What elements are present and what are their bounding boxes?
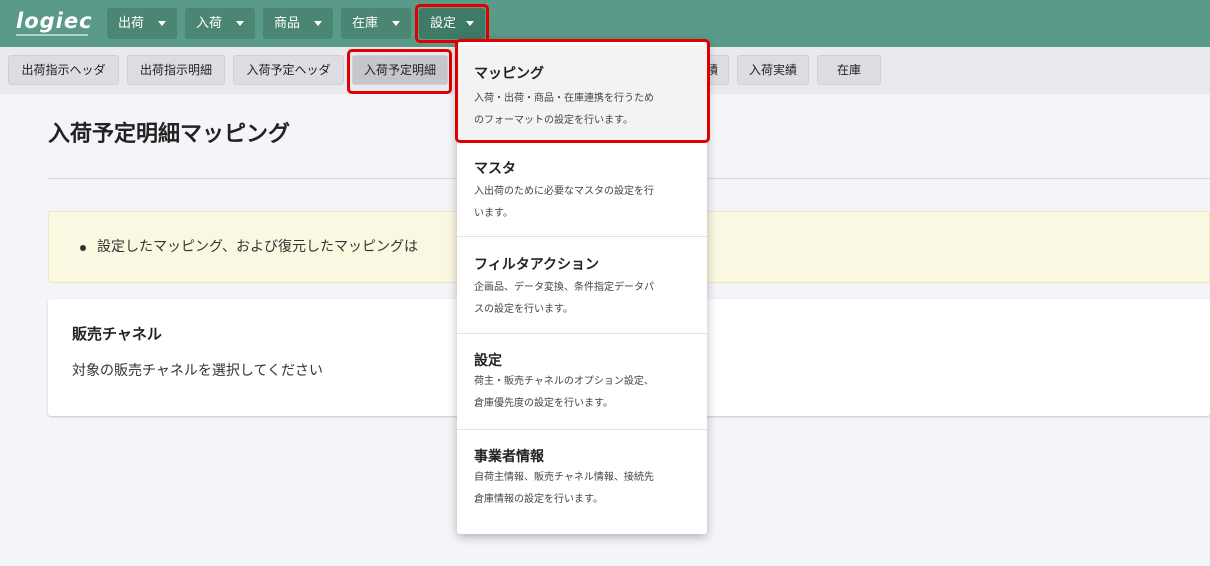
- nav-products-label: 商品: [274, 16, 301, 31]
- caret-down-icon: [236, 21, 244, 26]
- subnav-inventory[interactable]: 在庫: [817, 55, 881, 85]
- highlight-box-settings: [415, 4, 489, 43]
- menu-item-desc: 荷主・販売チャネルのオプション設定、: [474, 376, 654, 387]
- subnav-receiving-results[interactable]: 入荷実績: [737, 55, 809, 85]
- menu-item-filter-action[interactable]: フィルタアクション 企画品、データ変換、条件指定データパ スの設定を行います。: [457, 237, 707, 333]
- page-title: 入荷予定明細マッピング: [48, 122, 291, 147]
- menu-item-business-info[interactable]: 事業者情報 自荷主情報、販売チャネル情報、接続先 倉庫情報の設定を行います。: [457, 430, 707, 530]
- logo[interactable]: logiec: [16, 9, 94, 37]
- menu-item-desc: 入出荷のために必要なマスタの設定を行: [474, 186, 654, 197]
- nav-inventory-label: 在庫: [352, 16, 379, 31]
- bullet-icon: [80, 245, 86, 251]
- nav-inventory-button[interactable]: 在庫: [341, 8, 411, 39]
- menu-item-desc: 自荷主情報、販売チャネル情報、接続先: [474, 472, 654, 483]
- caret-down-icon: [314, 21, 322, 26]
- menu-item-title: マスタ: [474, 161, 516, 177]
- subnav-label: 入荷実績: [748, 63, 797, 77]
- subnav-label: 出荷指示ヘッダ: [21, 63, 106, 77]
- subnav-label: 入荷予定ヘッダ: [246, 63, 331, 77]
- highlight-box-mapping: [455, 39, 710, 143]
- menu-item-settings[interactable]: 設定 荷主・販売チャネルのオプション設定、 倉庫優先度の設定を行います。: [457, 334, 707, 429]
- menu-item-title: 事業者情報: [474, 449, 544, 465]
- card-description: 対象の販売チャネルを選択してください: [72, 363, 324, 379]
- logo-underline: [16, 34, 88, 36]
- menu-item-desc: 企画品、データ変換、条件指定データパ: [474, 282, 654, 293]
- menu-item-desc: 倉庫優先度の設定を行います。: [474, 398, 613, 409]
- highlight-box-subnav: [347, 49, 452, 94]
- menu-item-master[interactable]: マスタ 入出荷のために必要なマスタの設定を行 います。: [457, 141, 707, 236]
- caret-down-icon: [392, 21, 400, 26]
- menu-item-title: 設定: [474, 353, 502, 369]
- notice-text: 設定したマッピング、および復元したマッピングは: [97, 239, 419, 255]
- subnav-label: 出荷指示明細: [139, 63, 212, 77]
- nav-receiving-label: 入荷: [196, 16, 223, 31]
- subnav-receiving-header[interactable]: 入荷予定ヘッダ: [233, 55, 344, 85]
- nav-shipping-label: 出荷: [118, 16, 145, 31]
- nav-products-button[interactable]: 商品: [263, 8, 333, 39]
- subnav-shipping-detail[interactable]: 出荷指示明細: [127, 55, 225, 85]
- subnav-label: 在庫: [836, 63, 861, 77]
- subnav-shipping-header[interactable]: 出荷指示ヘッダ: [8, 55, 119, 85]
- menu-item-title: フィルタアクション: [474, 257, 600, 273]
- card-title: 販売チャネル: [72, 325, 162, 343]
- caret-down-icon: [158, 21, 166, 26]
- menu-item-desc: 倉庫情報の設定を行います。: [474, 494, 603, 505]
- menu-item-desc: います。: [474, 208, 513, 219]
- menu-item-desc: スの設定を行います。: [474, 304, 573, 315]
- nav-shipping-button[interactable]: 出荷: [107, 8, 177, 39]
- logo-text: logiec: [16, 9, 93, 33]
- nav-receiving-button[interactable]: 入荷: [185, 8, 255, 39]
